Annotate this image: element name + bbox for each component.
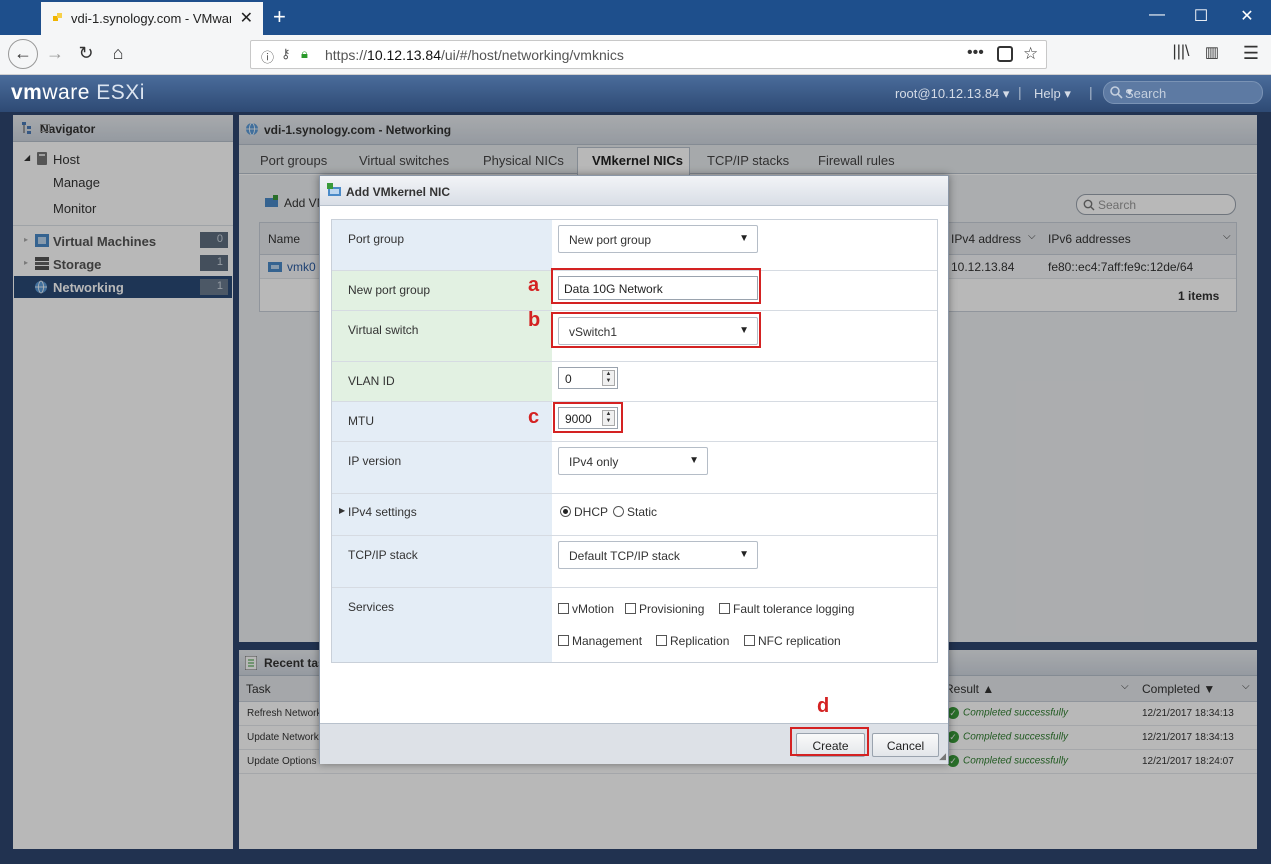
home-icon[interactable]: ⌂ bbox=[105, 43, 131, 64]
minimize-icon[interactable]: — bbox=[1142, 6, 1172, 24]
port-group-select[interactable]: New port group ▼ bbox=[558, 225, 758, 253]
radio-selected-icon bbox=[560, 506, 571, 517]
virtual-switch-label: Virtual switch bbox=[332, 311, 552, 361]
service-management-checkbox[interactable]: Management bbox=[558, 634, 642, 648]
dialog-header: Add VMkernel NIC bbox=[320, 176, 948, 206]
expand-arrow-icon: ▶ bbox=[339, 506, 346, 515]
browser-tab[interactable]: vdi-1.synology.com - VMware ESXi ✕ bbox=[41, 2, 263, 35]
add-nic-icon bbox=[327, 183, 341, 196]
reload-icon[interactable]: ↻ bbox=[73, 43, 99, 64]
ip-version-value-cell: IPv4 only ▼ bbox=[552, 442, 937, 493]
close-tab-icon[interactable]: ✕ bbox=[240, 8, 253, 28]
new-tab-icon[interactable]: + bbox=[273, 4, 286, 30]
port-group-label: Port group bbox=[332, 220, 552, 270]
annotation-label-c: c bbox=[528, 406, 540, 428]
resize-grip-icon[interactable]: ◢ bbox=[939, 751, 946, 762]
annotation-label-b: b bbox=[528, 309, 541, 331]
help-menu[interactable]: Help ▾ bbox=[1034, 86, 1071, 102]
dropdown-arrow-icon: ▼ bbox=[689, 455, 699, 466]
url-text[interactable]: https://10.12.13.84/ui/#/host/networking… bbox=[325, 47, 624, 63]
tcpip-stack-value-cell: Default TCP/IP stack ▼ bbox=[552, 536, 937, 587]
checkbox-icon bbox=[719, 603, 730, 614]
pocket-icon[interactable] bbox=[997, 46, 1013, 62]
tab-title: vdi-1.synology.com - VMware ESXi bbox=[71, 11, 231, 26]
forward-icon[interactable]: → bbox=[42, 43, 68, 64]
address-bar[interactable]: ⓘ ⚷ 🔒︎ https://10.12.13.84/ui/#/host/net… bbox=[250, 40, 1047, 69]
service-nfc-replication-checkbox[interactable]: NFC replication bbox=[744, 634, 841, 648]
vmware-favicon-icon bbox=[53, 13, 62, 21]
ipv4-settings-value-cell: DHCP Static bbox=[552, 494, 937, 535]
stepper-arrows-icon: ▲ ▼ bbox=[602, 370, 615, 386]
ip-version-label: IP version bbox=[332, 442, 552, 493]
checkbox-icon bbox=[558, 635, 569, 646]
checkbox-icon bbox=[656, 635, 667, 646]
cancel-button[interactable]: Cancel bbox=[872, 733, 939, 757]
library-icon[interactable]: |||\ bbox=[1168, 43, 1194, 61]
static-radio[interactable]: Static bbox=[613, 505, 657, 519]
vmware-esxi-logo: vmware ESXi bbox=[11, 81, 145, 104]
service-vmotion-checkbox[interactable]: vMotion bbox=[558, 602, 614, 616]
service-provisioning-checkbox[interactable]: Provisioning bbox=[625, 602, 704, 616]
divider: | bbox=[1018, 84, 1022, 100]
dropdown-arrow-icon: ▼ bbox=[739, 549, 749, 560]
header-search-input[interactable]: Search ▼ bbox=[1103, 81, 1263, 104]
tcpip-stack-select[interactable]: Default TCP/IP stack ▼ bbox=[558, 541, 758, 569]
checkbox-icon bbox=[625, 603, 636, 614]
menu-icon[interactable]: ☰ bbox=[1238, 43, 1264, 64]
vlan-id-stepper[interactable]: 0 ▲ ▼ bbox=[558, 367, 618, 389]
row-mtu: MTU 9000 ▲ ▼ bbox=[332, 402, 937, 442]
user-menu[interactable]: root@10.12.13.84 ▾ bbox=[895, 86, 1009, 102]
service-fault-tolerance-checkbox[interactable]: Fault tolerance logging bbox=[719, 602, 854, 616]
dialog-title: Add VMkernel NIC bbox=[346, 185, 451, 199]
new-port-group-label: New port group bbox=[332, 271, 552, 310]
browser-navbar: ← → ↻ ⌂ ⓘ ⚷ 🔒︎ https://10.12.13.84/ui/#/… bbox=[0, 35, 1271, 75]
row-ip-version: IP version IPv4 only ▼ bbox=[332, 442, 937, 494]
dhcp-radio[interactable]: DHCP bbox=[560, 505, 608, 519]
row-ipv4-settings: ▶ IPv4 settings DHCP Static bbox=[332, 494, 937, 536]
vlan-id-value-cell: 0 ▲ ▼ bbox=[552, 362, 937, 401]
checkbox-icon bbox=[558, 603, 569, 614]
ipv4-settings-label[interactable]: ▶ IPv4 settings bbox=[332, 494, 552, 535]
add-vmkernel-nic-dialog: Add VMkernel NIC Port group New port gro… bbox=[319, 175, 949, 764]
row-vlan-id: VLAN ID 0 ▲ ▼ bbox=[332, 362, 937, 402]
services-value-cell: vMotion Provisioning Fault tolerance log… bbox=[552, 588, 937, 662]
annotation-box-d bbox=[790, 727, 869, 756]
tcpip-stack-label: TCP/IP stack bbox=[332, 536, 552, 587]
ip-version-select[interactable]: IPv4 only ▼ bbox=[558, 447, 708, 475]
annotation-box-c bbox=[553, 402, 623, 433]
annotation-box-a bbox=[551, 268, 761, 304]
port-group-value-cell: New port group ▼ bbox=[552, 220, 937, 270]
info-icon[interactable]: ⓘ bbox=[261, 47, 274, 66]
divider: | bbox=[1089, 84, 1093, 100]
dropdown-arrow-icon: ▼ bbox=[739, 233, 749, 244]
window-close-icon[interactable]: ✕ bbox=[1232, 6, 1262, 26]
key-icon: ⚷ bbox=[281, 46, 291, 61]
services-label: Services bbox=[332, 588, 552, 662]
row-port-group: Port group New port group ▼ bbox=[332, 220, 937, 271]
more-icon[interactable]: ••• bbox=[967, 44, 984, 62]
back-icon[interactable]: ← bbox=[8, 39, 38, 69]
annotation-label-a: a bbox=[528, 274, 540, 296]
service-replication-checkbox[interactable]: Replication bbox=[656, 634, 729, 648]
browser-titlebar: vdi-1.synology.com - VMware ESXi ✕ + — ☐… bbox=[0, 0, 1271, 35]
search-icon bbox=[1110, 86, 1123, 99]
annotation-label-d: d bbox=[817, 695, 830, 717]
radio-icon bbox=[613, 506, 624, 517]
row-services: Services vMotion Provisioning Fault tole… bbox=[332, 588, 937, 662]
bookmark-star-icon[interactable]: ☆ bbox=[1023, 44, 1038, 64]
row-tcpip-stack: TCP/IP stack Default TCP/IP stack ▼ bbox=[332, 536, 937, 588]
esxi-header: vmware ESXi root@10.12.13.84 ▾ | Help ▾ … bbox=[0, 75, 1271, 112]
dropdown-arrow-icon[interactable]: ▼ bbox=[1125, 87, 1256, 97]
checkbox-icon bbox=[744, 635, 755, 646]
lock-icon: 🔒︎ bbox=[301, 46, 308, 61]
sidebar-icon[interactable]: ▥ bbox=[1199, 43, 1225, 61]
annotation-box-b bbox=[551, 312, 761, 348]
maximize-icon[interactable]: ☐ bbox=[1186, 6, 1216, 26]
vlan-id-label: VLAN ID bbox=[332, 362, 552, 401]
mtu-label: MTU bbox=[332, 402, 552, 441]
